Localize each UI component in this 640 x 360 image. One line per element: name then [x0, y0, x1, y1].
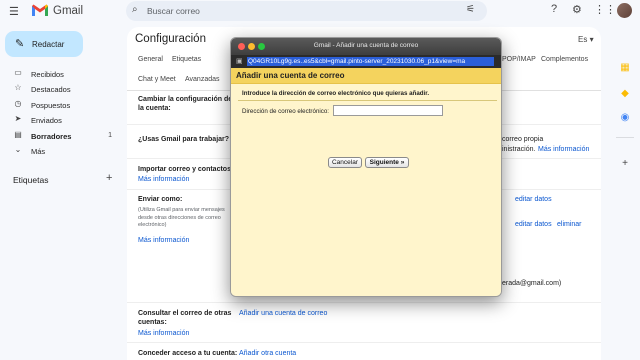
add-account-link[interactable]: Añadir una cuenta de correo: [239, 309, 327, 318]
search-bar[interactable]: ⌕ Buscar correo ⚟: [126, 1, 487, 21]
send-as-description: (Utiliza Gmail para enviar mensajes desde…: [138, 207, 233, 230]
edit-data-link[interactable]: editar datos: [515, 195, 552, 204]
drafts-count: 1: [108, 132, 112, 139]
chevron-down-icon: ⌄: [14, 145, 22, 154]
popup-body: Añadir una cuenta de correo Introduce la…: [231, 68, 501, 296]
add-account-popup: Gmail - Añadir una cuenta de correo ▣ Q0…: [230, 37, 502, 297]
send-as-desc-line1: (Utiliza Gmail para enviar mensajes: [138, 207, 225, 213]
change-account-line1: Cambiar la configuración de: [138, 96, 233, 103]
sidebar-item-inbox[interactable]: ▭ Recibidos: [0, 67, 122, 82]
more-info-link[interactable]: Más información: [138, 236, 189, 245]
check-mail-label: Consultar el correo de otras cuentas:: [138, 309, 231, 327]
search-icon[interactable]: ⌕: [132, 4, 138, 15]
add-other-account-link[interactable]: Añadir otra cuenta: [239, 349, 296, 358]
language-label: Es: [578, 35, 588, 44]
tasks-icon[interactable]: ◉: [618, 112, 632, 123]
compose-label: Redactar: [32, 39, 65, 49]
side-panel-divider: [616, 137, 634, 138]
popup-header: Añadir una cuenta de correo: [231, 68, 501, 84]
inbox-icon: ▭: [14, 68, 22, 77]
menu-icon[interactable]: ☰: [9, 5, 19, 18]
sidebar-item-label: Enviados: [31, 116, 62, 125]
popup-window-title: Gmail - Añadir una cuenta de correo: [313, 42, 419, 49]
tab-general[interactable]: General: [138, 56, 163, 63]
app-name: Gmail: [53, 5, 84, 17]
tab-labels[interactable]: Etiquetas: [172, 56, 201, 63]
sidebar-item-starred[interactable]: ☆ Destacados: [0, 82, 122, 97]
email-field-label: Dirección de correo electrónico:: [242, 108, 330, 115]
popup-url-text[interactable]: Q04GR10Lg9g.es..es5&cbl=gmail.pinto-serv…: [247, 57, 494, 66]
compose-button[interactable]: ✎ Redactar: [5, 31, 83, 57]
popup-titlebar: Gmail - Añadir una cuenta de correo: [231, 38, 501, 55]
language-selector[interactable]: Es ▾: [578, 35, 594, 44]
sidebar-item-snoozed[interactable]: ◷ Pospuestos: [0, 98, 122, 113]
edit-data-link[interactable]: editar datos: [515, 220, 552, 229]
row-divider: [127, 342, 601, 343]
work-description-line2: inistración.: [502, 146, 536, 153]
sidebar-item-label: Más: [31, 147, 46, 156]
help-icon[interactable]: ?: [551, 3, 557, 15]
pencil-icon: ✎: [15, 38, 25, 50]
send-as-desc-line2: desde otras direcciones de correo: [138, 214, 221, 221]
send-icon: ➤: [14, 114, 22, 123]
import-label: Importar correo y contactos: [138, 166, 231, 173]
keep-icon[interactable]: ◆: [618, 88, 632, 99]
page-title: Configuración: [135, 33, 206, 45]
next-button[interactable]: Siguiente »: [365, 157, 409, 168]
clock-icon: ◷: [14, 99, 22, 108]
change-account-label: Cambiar la configuración de la cuenta:: [138, 95, 232, 113]
email-field[interactable]: [333, 105, 443, 116]
apps-grid-icon[interactable]: ⋮⋮: [594, 3, 616, 16]
calendar-icon[interactable]: ▦: [618, 62, 632, 73]
send-as-label: Enviar como:: [138, 196, 183, 203]
gmail-logo-icon[interactable]: [31, 3, 49, 17]
use-gmail-work-label: ¿Usas Gmail para trabajar?: [138, 136, 230, 143]
delete-link[interactable]: eliminar: [557, 220, 582, 229]
email-address-text: erada@gmail.com): [502, 280, 562, 287]
search-input[interactable]: Buscar correo: [147, 6, 200, 16]
check-mail-line2: cuentas:: [138, 319, 167, 326]
star-icon: ☆: [14, 83, 22, 92]
sidebar-item-sent[interactable]: ➤ Enviados: [0, 113, 122, 128]
labels-heading: Etiquetas: [13, 175, 49, 185]
popup-heading: Añadir una cuenta de correo: [236, 71, 345, 80]
tab-pop-imap[interactable]: POP/IMAP: [502, 56, 536, 63]
top-bar: ☰ Gmail ⌕ Buscar correo ⚟ ? ⚙ ⋮⋮: [0, 0, 640, 22]
more-info-link[interactable]: Más información: [138, 329, 189, 338]
popup-divider: [238, 100, 497, 101]
tab-chat-meet[interactable]: Chat y Meet: [138, 76, 176, 83]
cancel-button[interactable]: Cancelar: [328, 157, 362, 168]
draft-icon: ▤: [14, 130, 22, 139]
tab-addons[interactable]: Complementos: [541, 56, 588, 63]
sidebar-item-drafts[interactable]: ▤ Borradores 1: [0, 129, 122, 144]
add-label-icon[interactable]: +: [106, 172, 112, 184]
avatar[interactable]: [617, 3, 632, 18]
more-info-link[interactable]: Más información: [138, 175, 189, 184]
sidebar-item-label: Pospuestos: [31, 101, 71, 110]
send-as-desc-line3: electrónico): [138, 222, 167, 228]
sidebar-item-more[interactable]: ⌄ Más: [0, 144, 122, 159]
sidebar-item-label: Destacados: [31, 85, 71, 94]
grant-access-label: Conceder acceso a tu cuenta:: [138, 350, 238, 357]
add-addon-icon[interactable]: +: [618, 158, 632, 169]
more-info-link[interactable]: Más información: [538, 145, 589, 154]
work-description-line1: correo propia: [502, 136, 544, 143]
tab-advanced[interactable]: Avanzadas: [185, 76, 220, 83]
popup-url-bar[interactable]: ▣ Q04GR10Lg9g.es..es5&cbl=gmail.pinto-se…: [231, 55, 501, 68]
row-divider: [127, 302, 601, 303]
page-info-icon[interactable]: ▣: [236, 57, 243, 65]
side-panel: ▦ ◆ ◉ +: [610, 50, 640, 360]
sidebar-item-label: Borradores: [31, 132, 72, 141]
check-mail-line1: Consultar el correo de otras: [138, 310, 232, 317]
filter-options-icon[interactable]: ⚟: [466, 4, 475, 15]
gear-icon[interactable]: ⚙: [572, 3, 582, 16]
change-account-line2: la cuenta:: [138, 105, 171, 112]
popup-instruction: Introduce la dirección de correo electró…: [242, 90, 430, 97]
sidebar-item-label: Recibidos: [31, 70, 64, 79]
